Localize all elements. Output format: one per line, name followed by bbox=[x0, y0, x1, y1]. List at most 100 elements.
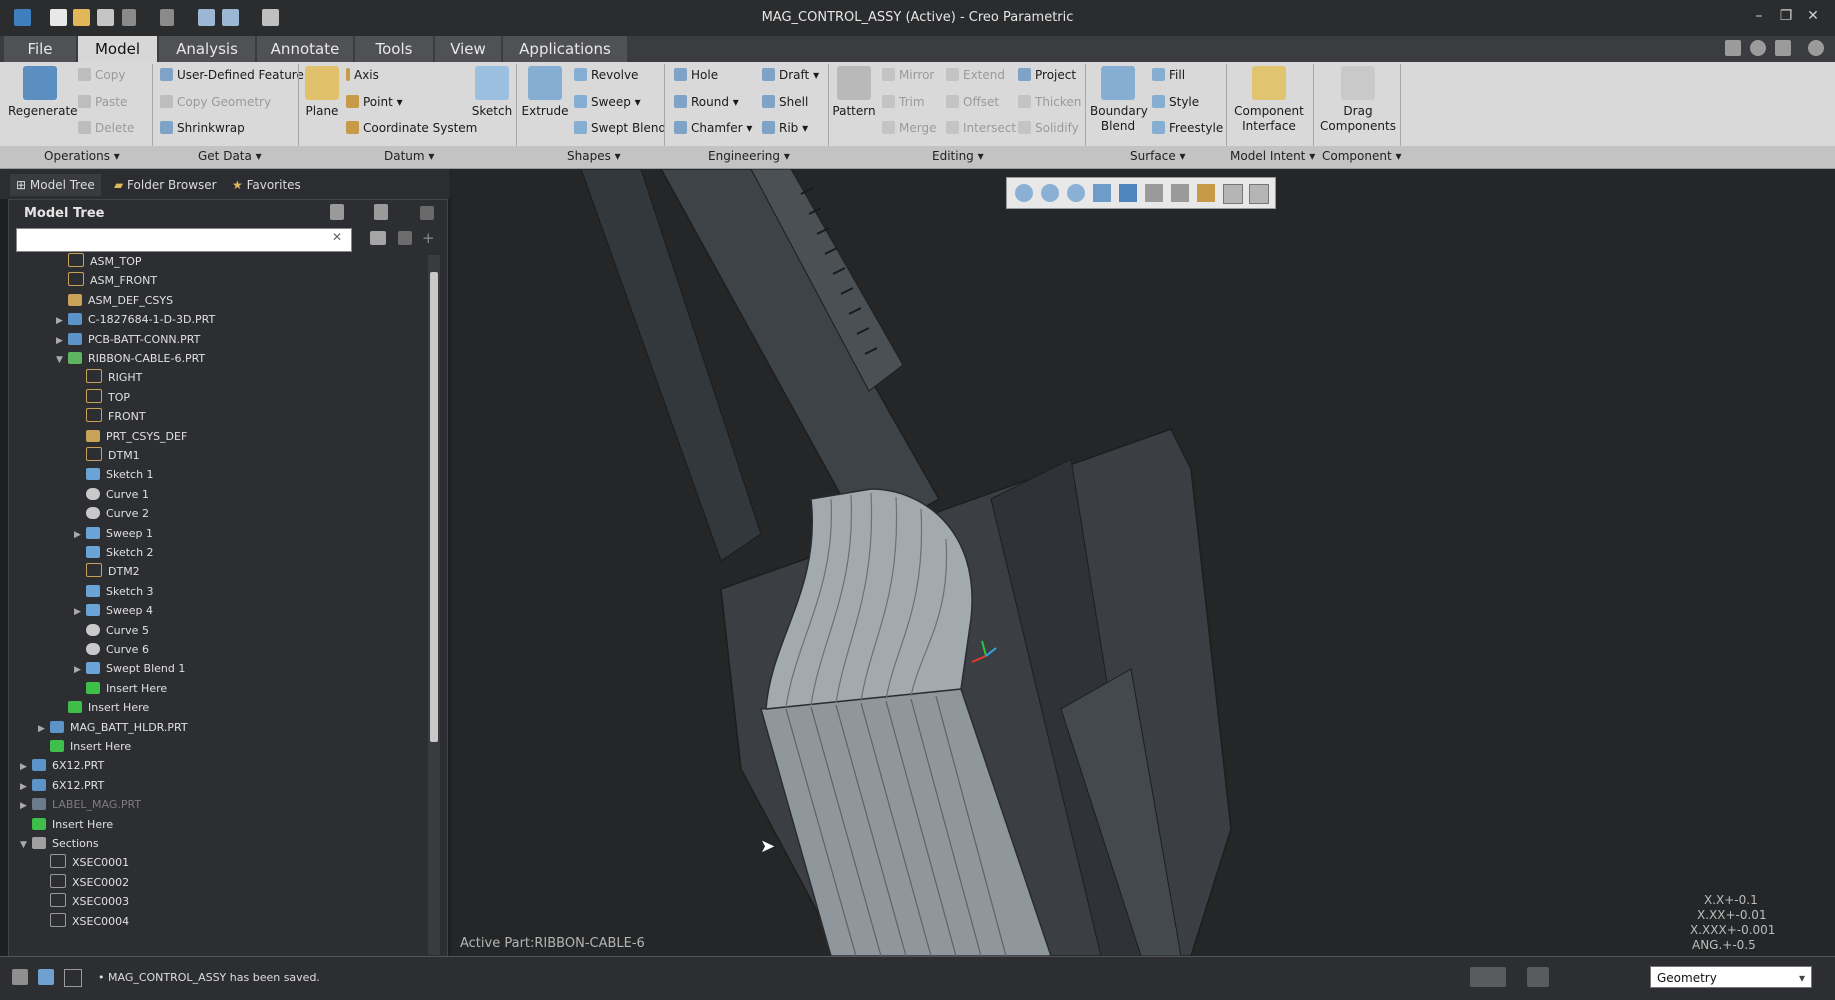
tree-item[interactable]: Curve 2 bbox=[74, 505, 149, 523]
filter-icon[interactable] bbox=[398, 231, 412, 245]
fill-button[interactable]: Fill bbox=[1152, 68, 1185, 82]
copy-button[interactable]: Copy bbox=[78, 68, 125, 82]
tree-item[interactable]: ▶ LABEL_MAG.PRT bbox=[20, 796, 141, 814]
show-icon[interactable] bbox=[420, 206, 434, 220]
style-button[interactable]: Style bbox=[1152, 95, 1199, 109]
spin-center-icon[interactable] bbox=[1249, 184, 1269, 204]
sweep-button[interactable]: Sweep ▾ bbox=[574, 95, 641, 109]
help-icon[interactable] bbox=[1808, 40, 1824, 56]
group-engineering[interactable]: Engineering ▾ bbox=[708, 149, 790, 163]
group-shapes[interactable]: Shapes ▾ bbox=[567, 149, 621, 163]
clear-search-icon[interactable]: ✕ bbox=[332, 230, 342, 244]
group-editing[interactable]: Editing ▾ bbox=[932, 149, 984, 163]
tree-item[interactable]: Sketch 1 bbox=[74, 466, 154, 484]
tree-item[interactable]: ▶ PCB-BATT-CONN.PRT bbox=[56, 331, 200, 349]
plane-button[interactable]: Plane bbox=[302, 66, 342, 119]
component-interface-button[interactable]: Component Interface bbox=[1230, 66, 1308, 134]
tree-item[interactable]: XSEC0003 bbox=[38, 893, 129, 911]
group-operations[interactable]: Operations ▾ bbox=[44, 149, 120, 163]
offset-button[interactable]: Offset bbox=[946, 95, 999, 109]
merge-button[interactable]: Merge bbox=[882, 121, 936, 135]
tree-item[interactable]: ▶ Sweep 4 bbox=[74, 602, 153, 620]
swept-blend-button[interactable]: Swept Blend bbox=[574, 121, 666, 135]
fullscreen-icon[interactable] bbox=[64, 969, 82, 987]
delete-button[interactable]: Delete bbox=[78, 121, 134, 135]
axis-button[interactable]: Axis bbox=[346, 68, 379, 82]
tree-item[interactable]: ▶ Swept Blend 1 bbox=[74, 660, 185, 678]
group-surface[interactable]: Surface ▾ bbox=[1130, 149, 1186, 163]
group-component[interactable]: Component ▾ bbox=[1322, 149, 1402, 163]
tree-item[interactable]: ▶ C-1827684-1-D-3D.PRT bbox=[56, 311, 215, 329]
tree-item[interactable]: Sketch 3 bbox=[74, 583, 154, 601]
refit-icon[interactable] bbox=[1015, 184, 1033, 202]
mirror-button[interactable]: Mirror bbox=[882, 68, 934, 82]
tree-item[interactable]: Curve 5 bbox=[74, 622, 149, 640]
rib-button[interactable]: Rib ▾ bbox=[762, 121, 808, 135]
tree-item[interactable]: FRONT bbox=[74, 408, 146, 426]
expand-arrow-icon[interactable]: ▶ bbox=[56, 312, 68, 330]
hole-button[interactable]: Hole bbox=[674, 68, 718, 82]
trim-button[interactable]: Trim bbox=[882, 95, 925, 109]
tree-item[interactable]: Curve 6 bbox=[74, 641, 149, 659]
tree-item[interactable]: Insert Here bbox=[74, 680, 167, 698]
tab-model-tree[interactable]: ⊞ Model Tree bbox=[10, 174, 101, 196]
project-button[interactable]: Project bbox=[1018, 68, 1076, 82]
draft-button[interactable]: Draft ▾ bbox=[762, 68, 819, 82]
add-icon[interactable]: + bbox=[422, 229, 435, 247]
restore-button[interactable]: ❐ bbox=[1775, 8, 1797, 28]
find-icon[interactable] bbox=[370, 231, 386, 245]
minimize-button[interactable]: – bbox=[1748, 8, 1770, 28]
chamfer-button[interactable]: Chamfer ▾ bbox=[674, 121, 752, 135]
zoom-out-icon[interactable] bbox=[1067, 184, 1085, 202]
shrinkwrap-button[interactable]: Shrinkwrap bbox=[160, 121, 245, 135]
solidify-button[interactable]: Solidify bbox=[1018, 121, 1079, 135]
tab-analysis[interactable]: Analysis bbox=[159, 36, 255, 62]
tree-item[interactable]: ASM_FRONT bbox=[56, 272, 157, 290]
annotation-display-icon[interactable] bbox=[1223, 184, 1243, 204]
intersect-button[interactable]: Intersect bbox=[946, 121, 1016, 135]
tree-item[interactable]: Insert Here bbox=[56, 699, 149, 717]
datum-display-icon[interactable] bbox=[1197, 184, 1215, 202]
tree-item[interactable]: ▼ Sections bbox=[20, 835, 99, 853]
coordinate-system-button[interactable]: Coordinate System bbox=[346, 121, 477, 135]
expand-arrow-icon[interactable]: ▶ bbox=[20, 758, 32, 776]
expand-arrow-icon[interactable]: ▶ bbox=[74, 603, 86, 621]
paste-button[interactable]: Paste bbox=[78, 95, 127, 109]
tree-item[interactable]: ▶ 6X12.PRT bbox=[20, 757, 104, 775]
tree-item[interactable]: Insert Here bbox=[20, 816, 113, 834]
model-tree-search-input[interactable] bbox=[16, 228, 352, 252]
browser-toggle-icon[interactable] bbox=[38, 969, 54, 985]
view-manager-icon[interactable] bbox=[1171, 184, 1189, 202]
saved-views-icon[interactable] bbox=[1145, 184, 1163, 202]
tab-folder-browser[interactable]: ▰ Folder Browser bbox=[108, 174, 223, 196]
tab-view[interactable]: View bbox=[435, 36, 501, 62]
tree-item[interactable]: ▼ RIBBON-CABLE-6.PRT bbox=[56, 350, 205, 368]
tree-item[interactable]: RIGHT bbox=[74, 369, 142, 387]
find-tool-icon[interactable] bbox=[1470, 967, 1506, 987]
tree-item[interactable]: ASM_DEF_CSYS bbox=[56, 292, 173, 310]
thicken-button[interactable]: Thicken bbox=[1018, 95, 1081, 109]
tree-item[interactable]: ▶ 6X12.PRT bbox=[20, 777, 104, 795]
shell-button[interactable]: Shell bbox=[762, 95, 808, 109]
expand-arrow-icon[interactable]: ▶ bbox=[74, 526, 86, 544]
tree-item[interactable]: ▶ MAG_BATT_HLDR.PRT bbox=[38, 719, 188, 737]
expand-arrow-icon[interactable]: ▶ bbox=[20, 797, 32, 815]
extrude-button[interactable]: Extrude bbox=[520, 66, 570, 119]
freestyle-button[interactable]: Freestyle bbox=[1152, 121, 1223, 135]
copy-geometry-button[interactable]: Copy Geometry bbox=[160, 95, 271, 109]
tab-favorites[interactable]: ★ Favorites bbox=[226, 174, 307, 196]
group-get-data[interactable]: Get Data ▾ bbox=[198, 149, 262, 163]
tree-item[interactable]: XSEC0001 bbox=[38, 854, 129, 872]
tree-item[interactable]: Sketch 2 bbox=[74, 544, 154, 562]
tree-scrollbar-thumb[interactable] bbox=[430, 272, 438, 742]
tree-item[interactable]: TOP bbox=[74, 388, 130, 407]
tree-settings-icon[interactable] bbox=[330, 204, 344, 220]
search-icon[interactable] bbox=[1750, 40, 1766, 56]
tree-item[interactable]: DTM2 bbox=[74, 563, 140, 581]
tree-item[interactable]: ASM_TOP bbox=[56, 253, 142, 271]
tab-annotate[interactable]: Annotate bbox=[257, 36, 353, 62]
tree-item[interactable]: Insert Here bbox=[38, 738, 131, 756]
expand-arrow-icon[interactable]: ▶ bbox=[56, 332, 68, 350]
tree-item[interactable]: XSEC0004 bbox=[38, 912, 129, 931]
tab-file[interactable]: File bbox=[4, 36, 76, 62]
